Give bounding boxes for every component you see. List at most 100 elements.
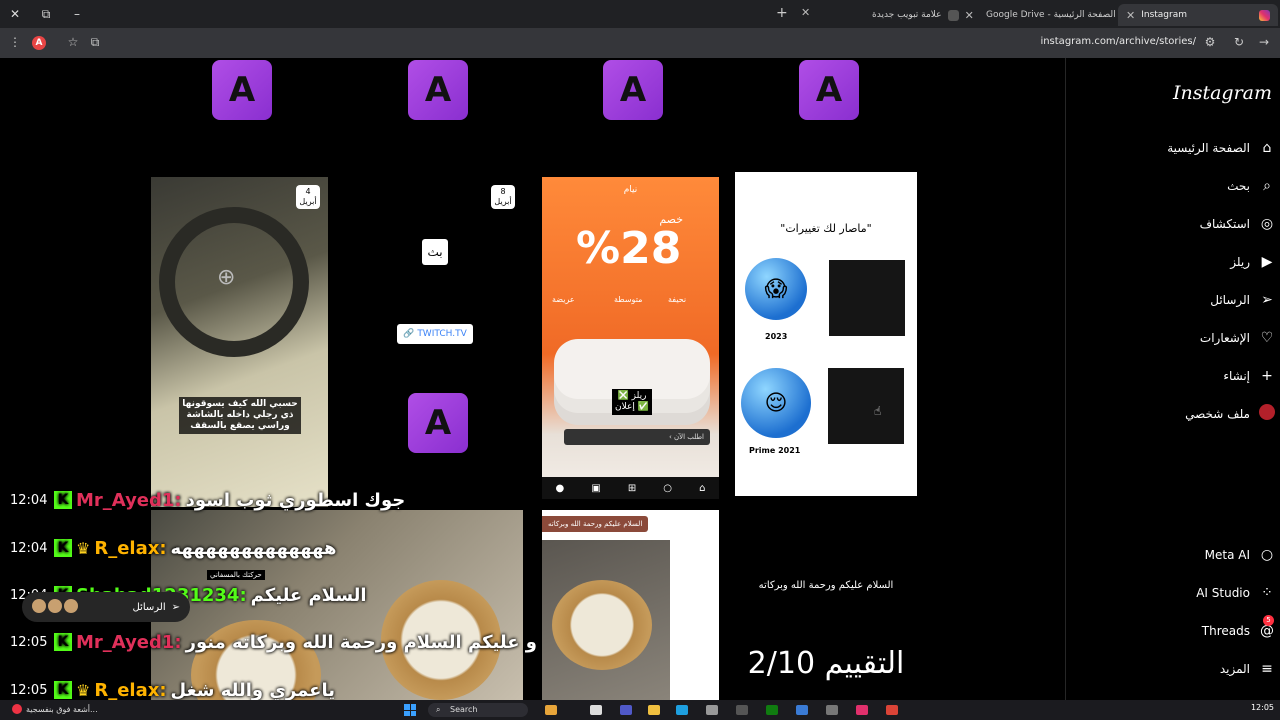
sidebar-item-plus[interactable]: إنشاء +	[1065, 364, 1280, 388]
instagram-sidebar: Instagram الصفحة الرئيسية ⌂ بحث ⌕ استكشاف ◎ ري…	[1065, 58, 1280, 700]
relieved-emoji-icon: 😌	[741, 368, 811, 438]
window-minimize-button[interactable]: –	[69, 6, 85, 22]
sidebar-item-label: الإشعارات	[1199, 331, 1250, 345]
store-icon[interactable]	[706, 705, 718, 715]
instagram-logo[interactable]: Instagram	[1173, 82, 1272, 104]
sidebar-item-heart[interactable]: الإشعارات ♡	[1065, 326, 1280, 350]
edge-icon[interactable]	[676, 705, 688, 715]
tab-google-drive[interactable]: Google Drive - الصفحة الرئيسية	[978, 4, 1141, 26]
bowl-image	[552, 580, 652, 670]
search-icon: ⌕	[436, 705, 441, 714]
a-logo-icon: A	[424, 403, 452, 443]
story-thumbnail-meme[interactable]: "ماصار لك تغييرات" 😱 2023 😌 Prime 2021	[735, 172, 917, 496]
task-view-icon[interactable]	[590, 705, 602, 715]
meme-title: "ماصار لك تغييرات"	[780, 222, 872, 235]
tab-instagram[interactable]: ✕ Instagram	[1118, 4, 1278, 26]
scared-emoji-icon: 😱	[745, 258, 807, 320]
news-text: أشعة فوق بنفسجية...	[26, 704, 98, 714]
tiktok-icon[interactable]	[856, 705, 868, 715]
story-caption: حسبي الله كيف يسوقونها ذي رجلي داخله بال…	[179, 397, 301, 434]
home-icon: ⌂	[699, 482, 706, 494]
chat-time: 12:04	[10, 492, 48, 508]
notification-badge: 5	[1263, 615, 1274, 626]
taskbar-search[interactable]: ⌕ Search	[428, 703, 528, 717]
sidebar-item-search[interactable]: بحث ⌕	[1065, 174, 1280, 198]
sidebar-item-send[interactable]: الرسائل ➢	[1065, 288, 1280, 312]
chrome-icon[interactable]	[886, 705, 898, 715]
date-badge: 4 أبريل	[296, 185, 320, 209]
chat-message: 12:05 K Mr_Ayed1: و عليكم السلام ورحمة الله…	[10, 629, 537, 655]
mouse-cursor: ☝	[874, 404, 882, 418]
sidebar-item-threads[interactable]: Threads @5	[1065, 615, 1280, 643]
tab-new-tab[interactable]: علامة تبويب جديدة ✕	[864, 4, 982, 26]
story-thumbnail-rice[interactable]: السلام عليكم ورحمة الله وبركاته	[542, 510, 719, 700]
size-option: نحيفة	[668, 295, 687, 304]
extension-icon[interactable]: A	[32, 36, 46, 50]
kick-badge-icon: K	[54, 681, 72, 699]
sidebar-item-label: ملف شخصي	[1185, 407, 1250, 421]
app-icon[interactable]	[736, 705, 748, 715]
search-icon: ⌕	[1263, 178, 1271, 194]
sidebar-item-reels[interactable]: ريلز ▶	[1065, 250, 1280, 274]
tab-close-icon[interactable]: ✕	[965, 9, 974, 22]
year-label: 2023	[765, 332, 788, 341]
news-widget[interactable]: أشعة فوق بنفسجية...	[12, 704, 98, 714]
install-app-icon[interactable]: ⧉	[87, 35, 103, 50]
sidebar-item-label: استكشاف	[1199, 217, 1250, 231]
avatar	[32, 599, 46, 613]
tab-close-icon[interactable]: ✕	[801, 6, 810, 19]
story-placeholder-tile[interactable]: A	[408, 393, 468, 453]
sidebar-item-label: الرسائل	[1210, 293, 1250, 307]
chat-username: Mr_Ayed1:	[76, 489, 182, 511]
tab-close-icon[interactable]: ✕	[1126, 9, 1135, 22]
sidebar-item-compass[interactable]: استكشاف ◎	[1065, 212, 1280, 236]
chat-text: ياعمري والله شغل	[170, 679, 335, 701]
story-placeholder-tile[interactable]: A	[799, 60, 859, 120]
sidebar-item-menu[interactable]: المزيد ≡	[1065, 657, 1280, 681]
app-icon[interactable]	[796, 705, 808, 715]
sidebar-item-avatar[interactable]: ملف شخصي	[1065, 402, 1280, 426]
plus-icon: +	[1261, 368, 1273, 384]
window-close-button[interactable]: ✕	[7, 6, 23, 22]
compass-icon: ◎	[1260, 216, 1274, 232]
story-placeholder-tile[interactable]: A	[408, 60, 468, 120]
star-icon[interactable]: ☆	[65, 35, 81, 49]
avatar	[64, 599, 78, 613]
xbox-icon[interactable]	[766, 705, 778, 715]
story-thumbnail-car[interactable]: ⊕ 4 أبريل حسبي الله كيف يسوقونها ذي رجلي…	[151, 177, 328, 507]
chat-text: و عليكم السلام ورحمة الله وبركاته منور	[185, 631, 537, 653]
site-settings-icon[interactable]: ⚙	[1202, 35, 1218, 49]
chat-username: Mr_Ayed1:	[76, 631, 182, 653]
sidebar-item-home[interactable]: الصفحة الرئيسية ⌂	[1065, 136, 1280, 160]
story-thumbnail-pillow-ad[interactable]: نيام خصم %28 عريضة متوسطة نحيفة ريلز ❎ إ…	[542, 177, 719, 499]
messages-button[interactable]: الرسائل ➢	[22, 592, 190, 622]
date-badge: 8 أبريل	[491, 185, 515, 209]
address-bar: ⋮ ☆ ⧉ instagram.com/archive/stories/ ⚙ ↻…	[0, 28, 1280, 58]
year-label: Prime 2021	[749, 446, 801, 455]
chat-message: 12:04 K Mr_Ayed1: جوك اسطوري ثوب اسود	[10, 487, 405, 513]
sidebar-item-label: Meta AI	[1204, 548, 1250, 562]
sidebar-item-label: المزيد	[1219, 662, 1250, 676]
story-rating: التقييم 2/10	[747, 646, 905, 681]
start-button[interactable]	[404, 704, 416, 716]
widgets-icon[interactable]	[545, 705, 557, 715]
url-field[interactable]: instagram.com/archive/stories/	[1040, 36, 1196, 47]
brand-name: نيام	[623, 185, 638, 195]
clock: 12:05	[1250, 703, 1274, 712]
sidebar-item-ai-studio[interactable]: AI Studio ⁘	[1065, 581, 1280, 605]
sidebar-item-meta-ai[interactable]: Meta AI ○	[1065, 543, 1280, 567]
file-explorer-icon[interactable]	[648, 705, 660, 715]
teams-icon[interactable]	[620, 705, 632, 715]
story-thumbnail-stream[interactable]: 8 أبريل بث 🔗 TWITCH.TV	[346, 177, 523, 507]
back-icon[interactable]: →	[1256, 35, 1272, 49]
sidebar-item-label: ريلز	[1230, 255, 1250, 269]
story-placeholder-tile[interactable]: A	[603, 60, 663, 120]
reload-icon[interactable]: ↻	[1231, 35, 1247, 49]
settings-icon[interactable]	[826, 705, 838, 715]
new-tab-button[interactable]: +	[776, 5, 788, 21]
story-placeholder-tile[interactable]: A	[212, 60, 272, 120]
kebab-menu-icon[interactable]: ⋮	[7, 35, 23, 49]
crown-icon: ♛	[76, 680, 91, 700]
a-logo-icon: A	[619, 70, 647, 110]
window-maximize-button[interactable]: ⧉	[38, 6, 54, 22]
